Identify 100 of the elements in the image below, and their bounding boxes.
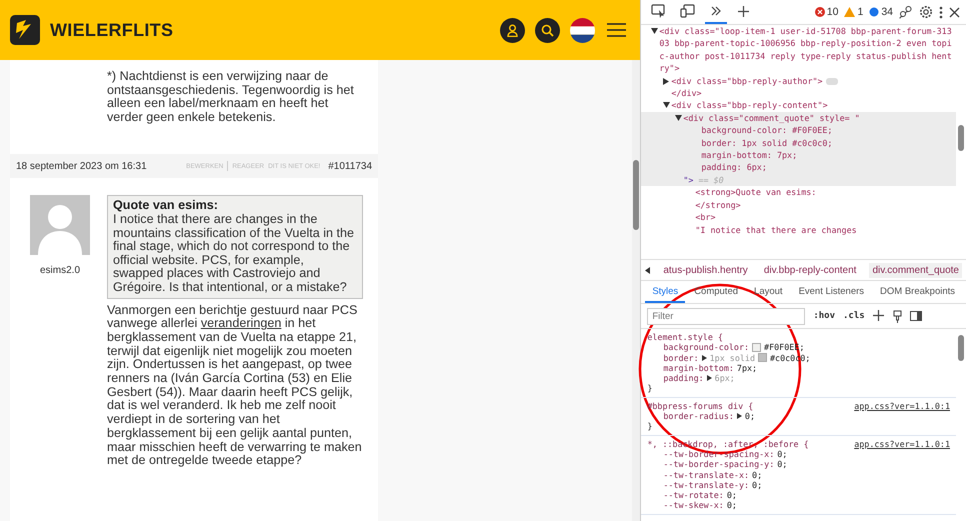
filter-field[interactable]: Filter: [647, 308, 806, 324]
panel-tab[interactable]: Event Listeners: [792, 281, 872, 303]
inline-style-line: margin-bottom: 7px;: [700, 149, 798, 162]
style-toggle-button[interactable]: .cls: [843, 311, 865, 321]
search-icon: [541, 24, 554, 36]
panel-tab[interactable]: Styles: [645, 281, 686, 303]
dom-node-markup[interactable]: <strong>Quote van esims:: [695, 186, 816, 199]
expand-arrow-icon[interactable]: [736, 413, 742, 420]
plus-icon: [872, 310, 885, 322]
css-property-value[interactable]: 0;: [744, 411, 755, 422]
expand-arrow-icon[interactable]: [662, 102, 670, 108]
css-property-value[interactable]: 0;: [752, 480, 762, 490]
message-icon: [869, 7, 880, 17]
panel-icon: [910, 311, 922, 321]
site-logo[interactable]: WIELERFLITS: [50, 20, 490, 40]
css-property-value[interactable]: 0;: [726, 490, 737, 500]
chevrons-icon[interactable]: [709, 4, 724, 18]
post-number-link[interactable]: #1011734: [328, 160, 372, 172]
flag-icon[interactable]: [570, 18, 596, 42]
error-count[interactable]: 10: [814, 6, 838, 18]
panel-tab[interactable]: Computed: [687, 281, 746, 303]
css-property-value[interactable]: 0;: [752, 470, 762, 480]
css-property-name[interactable]: border:: [663, 352, 699, 363]
panel-tab[interactable]: Layout: [747, 281, 790, 303]
dom-node-markup[interactable]: <br>: [695, 211, 716, 224]
dom-node-markup[interactable]: <div class="comment_quote" style= ": [683, 112, 860, 124]
color-swatch[interactable]: [758, 353, 767, 362]
css-property-name[interactable]: padding:: [663, 373, 704, 384]
expand-arrow-icon[interactable]: [650, 28, 658, 34]
css-property-name[interactable]: --tw-translate-y:: [663, 480, 750, 490]
breadcrumb-item[interactable]: div.comment_quote: [869, 262, 962, 278]
expand-arrow-icon[interactable]: [702, 354, 707, 361]
previous-post-text: *) Nachtdienst is een verwijzing naar de ontstaansgeschiedenis. Tegenwoordig is het alleen een label/merknaam en heeft het verder geen enkele betekenis.: [107, 70, 355, 124]
dom-node-markup[interactable]: <div class="bbp-reply-content">: [671, 99, 828, 112]
user-icon: [506, 24, 520, 36]
expand-arrow-icon[interactable]: [706, 375, 712, 382]
quote-text: I notice that there are changes in the mountains classification of the Vuelta in the final stage, which do not correspond to the official website. PCS, for example, swapped places with Castroviejo and Grégoire. Is that intentional, or a mistake?: [113, 212, 356, 295]
sidebar-toggle-button[interactable]: [910, 311, 922, 321]
expand-arrow-icon[interactable]: [674, 114, 682, 121]
new-rule-button[interactable]: [872, 310, 885, 322]
kebab-icon: [939, 6, 943, 18]
quote-title: Quote van esims:: [113, 199, 219, 213]
feedback-button[interactable]: [899, 5, 913, 19]
inline-style-line: background-color: #F0F0EE;: [700, 124, 834, 137]
more-options-button[interactable]: [939, 6, 943, 18]
css-selector: element.style {: [647, 332, 724, 342]
settings-icon: [919, 5, 933, 19]
paint-button[interactable]: [892, 310, 902, 322]
selected-node[interactable]: <div class="comment_quote" style= " background-color: #F0F0EE; border: 1px solid #c0c0c0; margin-bottom: 7px; padding: 6px; "> == $0: [641, 112, 956, 186]
css-property-name[interactable]: --tw-border-spacing-y:: [663, 459, 774, 470]
css-property-value[interactable]: 0;: [777, 448, 788, 460]
style-toggle-button[interactable]: :hov: [813, 311, 835, 321]
css-property-name[interactable]: --tw-border-spacing-x:: [663, 448, 774, 460]
inline-style-line: padding: 6px;: [700, 161, 768, 174]
inspect-icon[interactable]: [651, 4, 666, 18]
css-property-value[interactable]: 0;: [726, 500, 737, 511]
reply-text: Vanmorgen een berichtje gestuurd naar PCS vanwege allerlei veranderingen in het bergklassement van de Vuelta na etappe 21, terwijl dat eigenlijk niet mogelijk zou moeten zijn. Ondertussen is het aangepast, op twee renners na (Iván García Cortina (53) en Elie Gesbert (54)). Maar daarin heeft PCS gelijk, dat is wel veranderd. Ik heb me zelf nooit verdiept in de sortering van het bergklassement bij een gelijk aantal punten, maar misschien heeft de verwarring te maken met de ontregelde tweede etappe?: [107, 304, 363, 468]
dom-node-markup[interactable]: <div class="loop-item-1 user-id-51708 bbp-parent-forum-31303 bbp-parent-topic-1006956 bbp-reply-position-2 even topic-author post-1011734 reply type-reply status-publish hentry">: [659, 25, 956, 75]
css-property-name[interactable]: background-color:: [663, 342, 750, 353]
device-icon[interactable]: [680, 4, 696, 18]
plus-icon[interactable]: [737, 4, 750, 18]
dom-node-markup[interactable]: </strong>: [695, 198, 741, 212]
css-property-name[interactable]: --tw-rotate:: [663, 490, 724, 500]
inline-link[interactable]: veranderingen: [200, 316, 282, 330]
rule-close-brace: }: [647, 421, 654, 432]
css-property-value[interactable]: 0;: [777, 459, 788, 470]
css-property-value[interactable]: 7px;: [736, 362, 758, 374]
breadcrumb-item[interactable]: atus-publish.hentry: [660, 262, 751, 278]
brush-icon: [892, 310, 902, 322]
panel-tab[interactable]: DOM Breakpoints: [873, 281, 962, 303]
css-property-name[interactable]: margin-bottom:: [663, 362, 734, 374]
scroll-left-icon[interactable]: [645, 266, 650, 274]
rule-close-brace: }: [647, 383, 654, 394]
dom-node-markup[interactable]: <div class="bbp-reply-author">: [671, 74, 823, 88]
css-property-name[interactable]: --tw-skew-x:: [663, 500, 724, 511]
source-link[interactable]: app.css?ver=1.1.0:1: [854, 438, 950, 449]
menu-button[interactable]: [607, 23, 626, 37]
search-button[interactable]: [535, 18, 560, 42]
dom-node-markup[interactable]: "I notice that there are changes: [695, 224, 857, 236]
error-icon: [814, 7, 825, 17]
selection-marker: == $0: [698, 174, 724, 185]
breadcrumb-item[interactable]: div.bbp-reply-content: [760, 262, 860, 278]
warning-icon: [844, 7, 856, 17]
css-property-name[interactable]: --tw-translate-x:: [663, 470, 750, 480]
collapse-arrow-icon[interactable]: [663, 78, 670, 85]
people-icon: [899, 5, 913, 19]
close-icon: [949, 6, 960, 18]
logo-icon[interactable]: [10, 15, 40, 45]
warning-count[interactable]: 1: [844, 6, 864, 18]
color-swatch[interactable]: [752, 342, 762, 352]
close-button[interactable]: [949, 6, 960, 18]
css-property-name[interactable]: border-radius:: [663, 411, 734, 422]
message-count[interactable]: 34: [869, 6, 893, 18]
account-button[interactable]: [500, 18, 526, 42]
page-scrollbar[interactable]: [632, 60, 640, 521]
author-name[interactable]: esims2.0: [40, 265, 80, 276]
dom-closing-markup: </div>: [671, 88, 702, 98]
settings-button[interactable]: [919, 5, 933, 19]
dom-closing-markup: ">: [683, 174, 694, 185]
source-link[interactable]: app.css?ver=1.1.0:1: [854, 400, 950, 412]
